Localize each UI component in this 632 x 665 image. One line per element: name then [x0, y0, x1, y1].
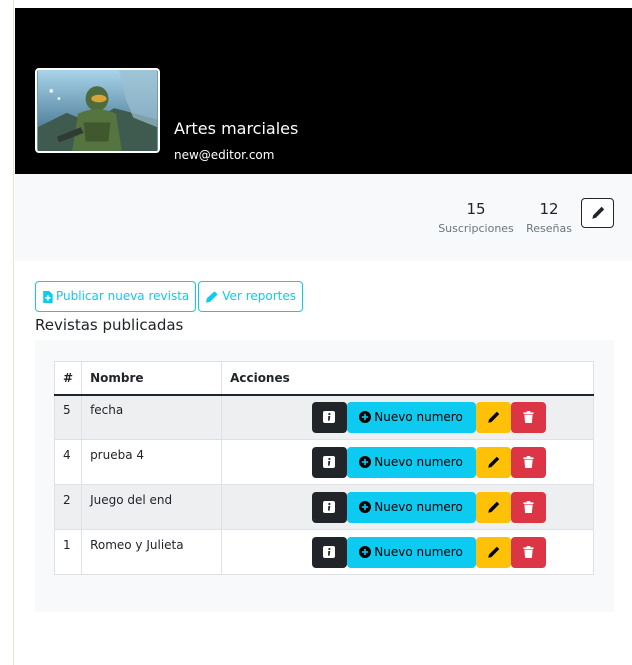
- section-title: Revistas publicadas: [35, 316, 184, 334]
- info-button[interactable]: [311, 401, 347, 433]
- pencil-icon: [487, 501, 499, 513]
- pencil-icon: [487, 411, 499, 423]
- info-icon: [323, 501, 336, 513]
- info-button[interactable]: [311, 491, 347, 523]
- row-name: Juego del end: [81, 484, 223, 530]
- info-icon: [323, 456, 336, 468]
- row-num: 4: [53, 439, 83, 485]
- table-body: 5 fecha Nuevo numero 4 prueba 4 Nuevo nu…: [53, 394, 594, 575]
- stat-subscriptions: 15 Suscripciones: [437, 200, 515, 236]
- table-row: 5 fecha Nuevo numero: [53, 394, 594, 440]
- table-row: 1 Romeo y Julieta Nuevo numero: [53, 529, 594, 575]
- subscriptions-count: 15: [466, 200, 486, 218]
- view-reports-label: Ver reportes: [222, 289, 296, 303]
- magazines-table: # Nombre Acciones 5 fecha Nuevo numero 4…: [53, 361, 594, 575]
- profile-email: new@editor.com: [174, 148, 275, 162]
- row-name: Romeo y Julieta: [81, 529, 223, 575]
- pencil-icon: [591, 206, 604, 219]
- row-actions: Nuevo numero: [221, 394, 594, 440]
- avatar-image: [37, 70, 158, 151]
- trash-icon: [522, 456, 534, 468]
- file-plus-icon: [43, 290, 53, 303]
- subscriptions-label: Suscripciones: [438, 222, 514, 235]
- row-name: fecha: [81, 394, 223, 440]
- new-issue-button[interactable]: Nuevo numero: [346, 536, 476, 568]
- row-num: 2: [53, 484, 83, 530]
- header-name: Nombre: [81, 361, 223, 396]
- page: Artes marciales new@editor.com 15 Suscri…: [0, 0, 632, 665]
- new-issue-button[interactable]: Nuevo numero: [346, 491, 476, 523]
- table-row: 4 prueba 4 Nuevo numero: [53, 439, 594, 485]
- plus-circle-icon: [359, 411, 372, 424]
- table-row: 2 Juego del end Nuevo numero: [53, 484, 594, 530]
- delete-magazine-button[interactable]: [510, 446, 546, 478]
- new-issue-label: Nuevo numero: [374, 455, 463, 469]
- edit-profile-button[interactable]: [581, 198, 614, 228]
- pencil-icon: [206, 290, 218, 303]
- avatar: [35, 68, 160, 153]
- edit-magazine-button[interactable]: [475, 446, 511, 478]
- table-header-row: # Nombre Acciones: [53, 361, 594, 396]
- new-issue-label: Nuevo numero: [374, 545, 463, 559]
- row-num: 1: [53, 529, 83, 575]
- row-actions: Nuevo numero: [221, 439, 594, 485]
- header-num: #: [53, 361, 83, 396]
- publish-magazine-button[interactable]: Publicar nueva revista: [35, 281, 197, 312]
- delete-magazine-button[interactable]: [510, 401, 546, 433]
- reviews-label: Reseñas: [526, 222, 572, 235]
- header-actions: Acciones: [221, 361, 594, 396]
- delete-magazine-button[interactable]: [510, 491, 546, 523]
- new-issue-label: Nuevo numero: [374, 500, 463, 514]
- info-button[interactable]: [311, 536, 347, 568]
- row-actions: Nuevo numero: [221, 484, 594, 530]
- plus-circle-icon: [359, 501, 372, 513]
- info-icon: [323, 546, 336, 558]
- row-actions: Nuevo numero: [221, 529, 594, 575]
- pencil-icon: [487, 546, 499, 558]
- delete-magazine-button[interactable]: [510, 536, 546, 568]
- left-border: [13, 0, 14, 665]
- pencil-icon: [487, 456, 499, 468]
- trash-icon: [522, 411, 534, 424]
- row-name: prueba 4: [81, 439, 223, 485]
- new-issue-button[interactable]: Nuevo numero: [346, 401, 476, 433]
- stats-bar: 15 Suscripciones 12 Reseñas: [15, 174, 632, 261]
- plus-circle-icon: [359, 546, 372, 558]
- reviews-count: 12: [539, 200, 559, 218]
- trash-icon: [522, 546, 534, 558]
- action-row: Publicar nueva revista Ver reportes: [35, 281, 303, 312]
- edit-magazine-button[interactable]: [475, 536, 511, 568]
- plus-circle-icon: [359, 456, 372, 468]
- trash-icon: [522, 501, 534, 513]
- edit-magazine-button[interactable]: [475, 401, 511, 433]
- info-icon: [323, 411, 336, 424]
- info-button[interactable]: [311, 446, 347, 478]
- new-issue-button[interactable]: Nuevo numero: [346, 446, 476, 478]
- magazines-panel: # Nombre Acciones 5 fecha Nuevo numero 4…: [35, 340, 614, 612]
- row-num: 5: [53, 394, 83, 440]
- new-issue-label: Nuevo numero: [374, 410, 463, 425]
- stat-reviews: 12 Reseñas: [522, 200, 576, 236]
- publish-magazine-label: Publicar nueva revista: [56, 289, 190, 303]
- view-reports-button[interactable]: Ver reportes: [198, 281, 303, 312]
- profile-name: Artes marciales: [174, 119, 299, 138]
- edit-magazine-button[interactable]: [475, 491, 511, 523]
- profile-header: Artes marciales new@editor.com: [15, 8, 632, 174]
